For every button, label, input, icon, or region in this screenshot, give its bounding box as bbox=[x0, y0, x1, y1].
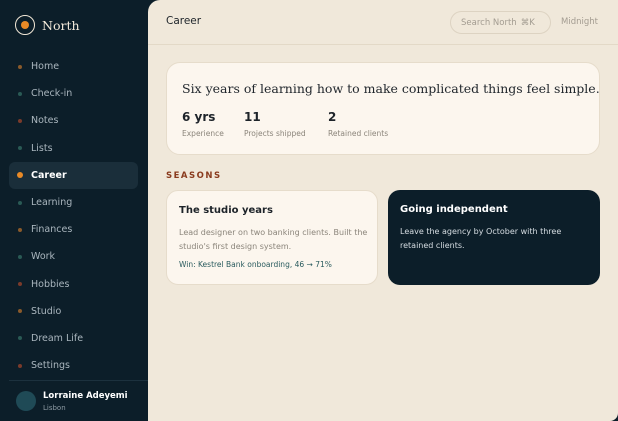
logo-dot bbox=[21, 21, 29, 29]
sidebar-item-label: Check-in bbox=[31, 88, 73, 100]
main-content: Career Search North ⌘K Midnight Six year… bbox=[148, 0, 618, 421]
career-quote: Six years of learning how to make compli… bbox=[182, 81, 600, 96]
stat-value: 11 bbox=[244, 110, 261, 124]
stat-label: Experience bbox=[182, 129, 224, 138]
sidebar-item-home[interactable]: Home bbox=[9, 53, 138, 80]
sidebar-item-settings[interactable]: Settings bbox=[9, 352, 138, 379]
sidebar-item-notes[interactable]: Notes bbox=[9, 107, 138, 134]
sidebar-item-label: Home bbox=[31, 61, 60, 73]
stat-label: Retained clients bbox=[328, 129, 389, 138]
sidebar-item-label: Dream Life bbox=[31, 332, 84, 344]
profile-text: Lorraine Adeyemi Lisbon bbox=[43, 391, 128, 412]
sidebar-item-label: Notes bbox=[31, 115, 59, 127]
sidebar-item-career[interactable]: Career bbox=[9, 161, 138, 189]
bullet-dot-icon bbox=[18, 363, 22, 368]
sidebar-item-dream-life[interactable]: Dream Life bbox=[9, 325, 138, 352]
sidebar-item-finances[interactable]: Finances bbox=[9, 216, 138, 243]
sidebar-item-check-in[interactable]: Check-in bbox=[9, 80, 138, 107]
bullet-dot-icon bbox=[18, 309, 22, 314]
bullet-dot-icon bbox=[18, 282, 22, 287]
sidebar-item-lists[interactable]: Lists bbox=[9, 135, 138, 162]
sidebar-item-label: Studio bbox=[31, 305, 62, 317]
season-card-studio-years[interactable]: The studio years Lead designer on two ba… bbox=[166, 190, 378, 285]
bullet-dot-icon bbox=[18, 64, 22, 69]
user-profile[interactable]: Lorraine Adeyemi Lisbon bbox=[9, 380, 148, 421]
sidebar-item-label: Finances bbox=[31, 224, 73, 236]
avatar[interactable] bbox=[16, 391, 36, 411]
sidebar-item-studio[interactable]: Studio bbox=[9, 298, 138, 325]
north-logo-icon bbox=[15, 15, 35, 35]
bullet-dot-icon bbox=[18, 118, 22, 123]
brand[interactable]: North bbox=[15, 15, 80, 35]
season-card-win: Win: Kestrel Bank onboarding, 46 → 71% bbox=[179, 260, 332, 269]
sidebar-item-label: Career bbox=[31, 169, 67, 181]
brand-name: North bbox=[42, 17, 80, 33]
season-card-title: Going independent bbox=[400, 204, 508, 215]
season-card-going-independent[interactable]: Going independent Leave the agency by Oc… bbox=[388, 190, 600, 285]
sidebar-item-label: Work bbox=[31, 251, 56, 263]
bullet-dot-icon bbox=[17, 172, 23, 179]
profile-name: Lorraine Adeyemi bbox=[43, 390, 128, 401]
bullet-dot-icon bbox=[18, 254, 22, 259]
sidebar-item-hobbies[interactable]: Hobbies bbox=[9, 271, 138, 298]
season-card-title: The studio years bbox=[179, 205, 273, 216]
app-window: North Home Check-in Notes Lists Career Learni… bbox=[0, 0, 618, 421]
sidebar-item-work[interactable]: Work bbox=[9, 243, 138, 270]
top-bar: Career Search North ⌘K Midnight bbox=[148, 0, 618, 45]
bullet-dot-icon bbox=[18, 336, 22, 341]
page-title: Career bbox=[166, 15, 202, 27]
stat-projects: 11 Projects shipped bbox=[244, 110, 306, 138]
sidebar-item-label: Lists bbox=[31, 142, 53, 154]
sidebar-item-learning[interactable]: Learning bbox=[9, 189, 138, 216]
sidebar-item-label: Learning bbox=[31, 197, 73, 209]
stat-value: 6 yrs bbox=[182, 110, 216, 124]
search-placeholder: Search North bbox=[461, 17, 517, 28]
stat-value: 2 bbox=[328, 110, 337, 124]
theme-toggle[interactable]: Midnight bbox=[561, 17, 598, 27]
sidebar-item-label: Hobbies bbox=[31, 278, 70, 290]
season-card-body: Leave the agency by October with three r… bbox=[400, 227, 562, 250]
stat-clients: 2 Retained clients bbox=[328, 110, 388, 138]
bullet-dot-icon bbox=[18, 91, 22, 96]
bullet-dot-icon bbox=[18, 146, 22, 151]
profile-city: Lisbon bbox=[43, 403, 66, 412]
stat-experience: 6 yrs Experience bbox=[182, 110, 224, 138]
bullet-dot-icon bbox=[18, 200, 22, 205]
stat-label: Projects shipped bbox=[244, 129, 306, 138]
sidebar: North Home Check-in Notes Lists Career Learni… bbox=[0, 0, 148, 421]
season-card-body: Lead designer on two banking clients. Bu… bbox=[179, 228, 368, 251]
search-input[interactable]: Search North ⌘K bbox=[450, 11, 551, 34]
seasons-heading: SEASONS bbox=[166, 171, 222, 181]
sidebar-nav: Home Check-in Notes Lists Career Learning Fina… bbox=[9, 53, 138, 379]
search-shortcut-icon: ⌘K bbox=[520, 17, 535, 28]
sidebar-item-label: Settings bbox=[31, 360, 70, 372]
bullet-dot-icon bbox=[18, 227, 22, 232]
career-summary-card: Six years of learning how to make compli… bbox=[166, 62, 600, 155]
